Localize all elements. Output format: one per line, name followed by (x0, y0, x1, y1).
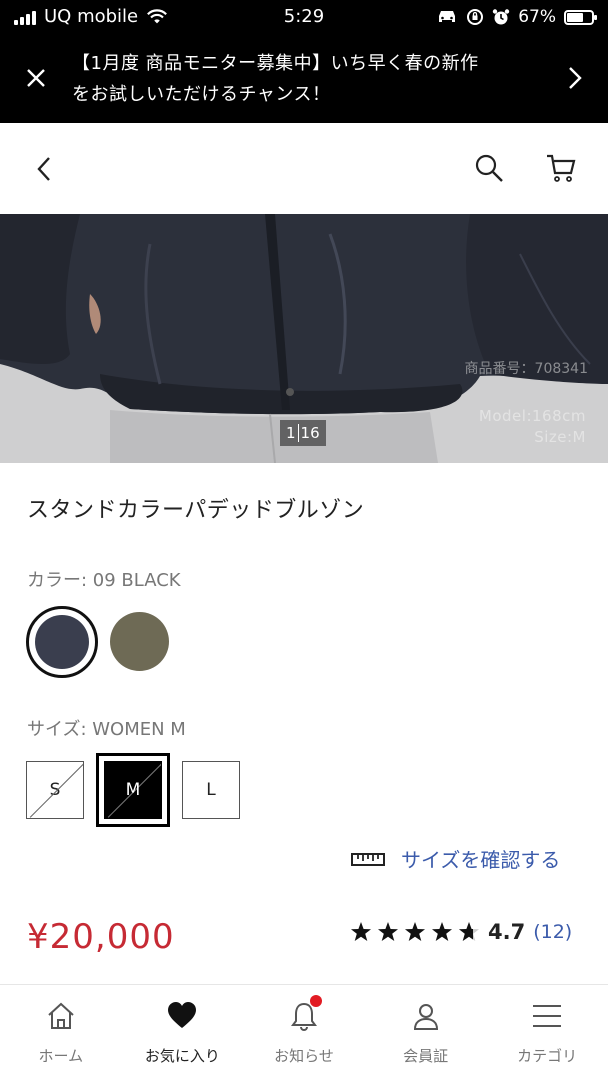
color-swatch-black-fill (35, 615, 89, 669)
nav-home[interactable]: ホーム (0, 985, 122, 1080)
chevron-right-icon[interactable] (568, 66, 582, 90)
nav-membership-label: 会員証 (403, 1047, 449, 1065)
size-guide-label: サイズを確認する (401, 848, 561, 872)
promo-banner[interactable]: 【1月度 商品モニター募集中】いち早く春の新作 をお試しいただけるチャンス！ (0, 36, 608, 123)
pager-total: 16 (300, 424, 320, 442)
status-right: 67% (436, 7, 597, 27)
product-title: スタンドカラーパデッドブルゾン (27, 498, 365, 523)
model-height: Model:168cm (478, 407, 586, 425)
unavailable-slash (29, 763, 83, 818)
product-price: ¥20,000 (27, 917, 175, 957)
bottom-nav: ホーム お気に入り お知らせ 会員証 カテゴリ (0, 984, 608, 1080)
banner-line-1: 【1月度 商品モニター募集中】いち早く春の新作 (72, 53, 479, 74)
star-full-icon (351, 922, 371, 941)
pager-separator (297, 424, 299, 442)
product-number: 商品番号：708341 (464, 361, 588, 377)
alarm-icon (493, 9, 510, 25)
model-size: Size:M (534, 428, 586, 446)
size-guide-link[interactable]: サイズを確認する (351, 844, 560, 873)
size-option-m-selected-frame[interactable]: M (96, 753, 170, 827)
car-icon (439, 11, 456, 22)
nav-home-label: ホーム (38, 1047, 84, 1065)
star-partial-icon (459, 922, 479, 941)
nav-category[interactable]: カテゴリ (486, 985, 608, 1080)
image-pager: 1 16 (280, 420, 326, 446)
star-full-icon (378, 922, 398, 941)
nav-favorites[interactable]: お気に入り (122, 985, 244, 1080)
ruler-icon (351, 852, 385, 866)
color-swatch-olive[interactable] (110, 612, 169, 671)
nav-notifications-label: お知らせ (274, 1047, 334, 1065)
back-icon[interactable] (36, 155, 52, 183)
search-icon[interactable] (474, 153, 504, 183)
color-swatch-black[interactable] (26, 606, 98, 678)
product-header (0, 123, 608, 214)
close-icon[interactable] (24, 66, 48, 90)
rating[interactable]: 4.7 (12) (350, 920, 572, 944)
nav-favorites-label: お気に入り (144, 1047, 220, 1065)
color-label: カラー: 09 BLACK (27, 570, 181, 591)
heart-icon (168, 1002, 197, 1028)
star-rating (350, 921, 480, 943)
size-option-l[interactable]: L (182, 761, 240, 819)
menu-icon (533, 1005, 562, 1027)
nav-category-label: カテゴリ (517, 1047, 578, 1065)
status-bar: UQ mobile 5:29 67% (0, 0, 608, 36)
notification-badge (310, 995, 323, 1007)
size-label: サイズ: WOMEN M (27, 719, 186, 740)
home-icon (48, 1002, 74, 1029)
size-option-label: L (206, 780, 216, 800)
person-icon (413, 1004, 438, 1030)
nav-notifications[interactable]: お知らせ (243, 985, 365, 1080)
cart-icon[interactable] (546, 153, 576, 183)
size-option-label: M (125, 780, 141, 800)
size-option-s[interactable]: S (26, 761, 84, 819)
rating-score: 4.7 (488, 920, 526, 944)
star-full-icon (432, 922, 452, 941)
size-option-m[interactable]: M (104, 761, 162, 819)
nav-membership[interactable]: 会員証 (365, 985, 487, 1080)
banner-message[interactable]: 【1月度 商品モニター募集中】いち早く春の新作 をお試しいただけるチャンス！ (72, 48, 542, 110)
product-image-carousel[interactable]: 商品番号：708341 Model:168cm Size:M 1 16 (0, 214, 608, 463)
banner-line-2: をお試しいただけるチャンス！ (72, 84, 331, 105)
star-full-icon (405, 922, 425, 941)
model-info: Model:168cm Size:M (479, 406, 586, 448)
review-count[interactable]: (12) (533, 921, 572, 943)
battery-percent: 67% (518, 7, 556, 27)
orientation-lock-icon (467, 9, 484, 25)
pager-current: 1 (286, 424, 296, 442)
battery-icon (564, 9, 597, 25)
